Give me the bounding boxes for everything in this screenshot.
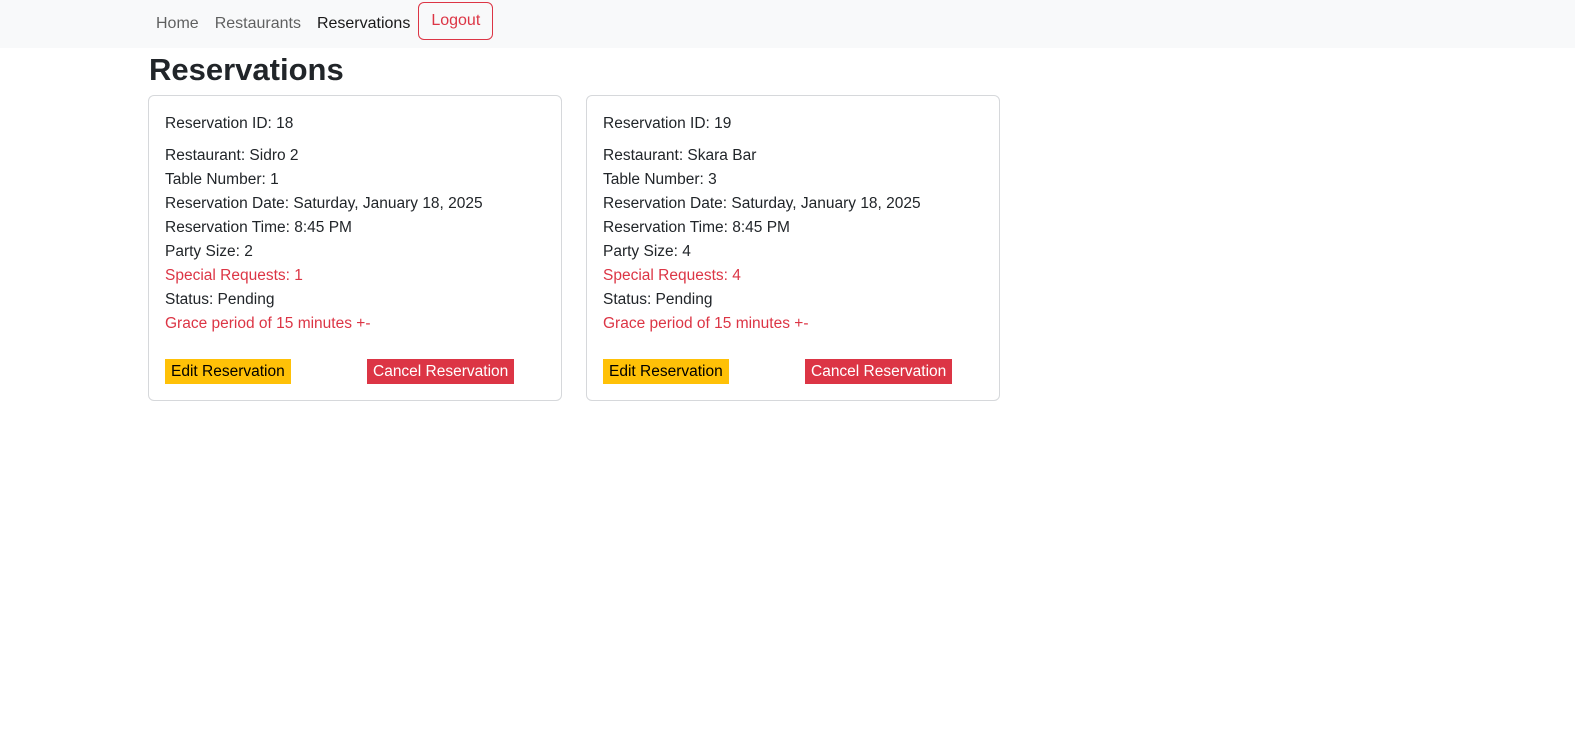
- nav-link-restaurants[interactable]: Restaurants: [207, 3, 309, 45]
- restaurant-name: Restaurant: Skara Bar: [603, 147, 757, 164]
- card-body: Reservation ID: 19 Restaurant: Skara Bar…: [603, 112, 983, 336]
- reservation-id: Reservation ID: 18: [165, 115, 294, 132]
- reservation-card: Reservation ID: 18 Restaurant: Sidro 2 T…: [148, 95, 562, 401]
- reservation-status: Status: Pending: [165, 291, 275, 308]
- edit-reservation-button[interactable]: Edit Reservation: [165, 359, 291, 384]
- cancel-reservation-button[interactable]: Cancel Reservation: [805, 359, 953, 384]
- special-requests: Special Requests: 4: [603, 267, 741, 284]
- restaurant-name: Restaurant: Sidro 2: [165, 147, 299, 164]
- grace-period-note: Grace period of 15 minutes +-: [165, 315, 371, 332]
- card-body: Reservation ID: 18 Restaurant: Sidro 2 T…: [165, 112, 545, 336]
- nav-link-home[interactable]: Home: [148, 3, 207, 45]
- reservation-time: Reservation Time: 8:45 PM: [603, 219, 790, 236]
- reservation-date: Reservation Date: Saturday, January 18, …: [603, 195, 921, 212]
- nav-links: Home Restaurants Reservations Logout: [148, 0, 494, 48]
- navbar: Home Restaurants Reservations Logout: [0, 0, 1575, 48]
- logout-button[interactable]: Logout: [418, 2, 494, 40]
- reservation-status: Status: Pending: [603, 291, 713, 308]
- page-title: Reservations: [149, 52, 344, 87]
- nav-link-reservations[interactable]: Reservations: [309, 3, 418, 45]
- cancel-reservation-button[interactable]: Cancel Reservation: [367, 359, 515, 384]
- party-size: Party Size: 4: [603, 243, 691, 260]
- special-requests: Special Requests: 1: [165, 267, 303, 284]
- reservation-id: Reservation ID: 19: [603, 115, 732, 132]
- reservation-date: Reservation Date: Saturday, January 18, …: [165, 195, 483, 212]
- table-number: Table Number: 3: [603, 171, 717, 188]
- reservation-time: Reservation Time: 8:45 PM: [165, 219, 352, 236]
- edit-reservation-button[interactable]: Edit Reservation: [603, 359, 729, 384]
- table-number: Table Number: 1: [165, 171, 279, 188]
- reservation-card: Reservation ID: 19 Restaurant: Skara Bar…: [586, 95, 1000, 401]
- grace-period-note: Grace period of 15 minutes +-: [603, 315, 809, 332]
- party-size: Party Size: 2: [165, 243, 253, 260]
